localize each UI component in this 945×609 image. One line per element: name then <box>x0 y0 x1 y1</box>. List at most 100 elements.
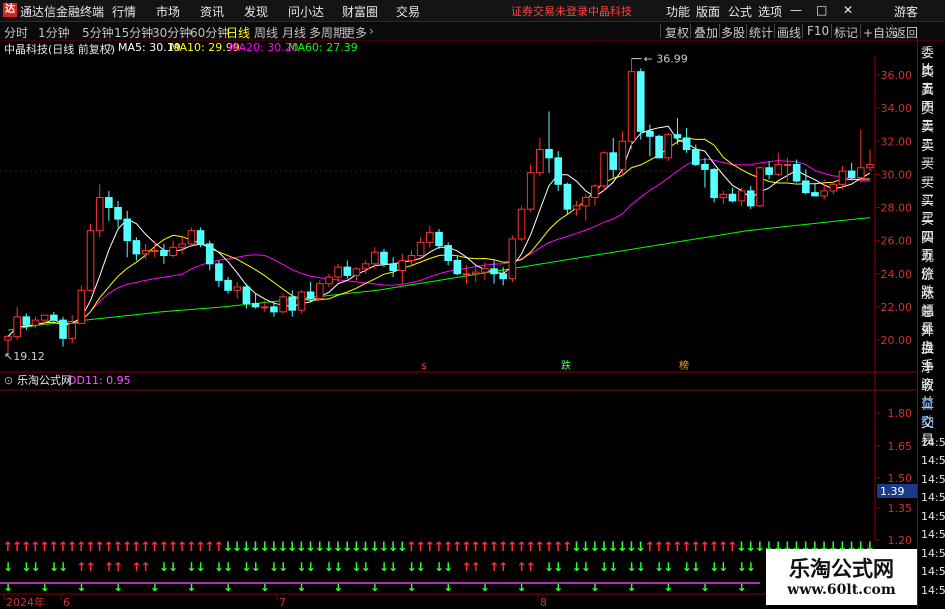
kline-chart[interactable]: 36.00 34.00 32.00 30.00 28.00 26.00 24.00 22.00… <box>0 0 917 609</box>
signal-arrow: ↑ <box>526 560 536 574</box>
candle-body-down <box>196 230 205 245</box>
indicator-value: DD11: 0.95 <box>68 374 131 387</box>
signal-arrow: ↓ <box>58 560 68 574</box>
candle-body-up <box>233 286 242 291</box>
candle-body-up <box>618 140 627 170</box>
candle-body-down <box>132 240 141 255</box>
candle-body-down <box>288 296 297 311</box>
candle-body-down <box>435 231 443 247</box>
candle-body-up <box>141 250 150 255</box>
candle-body-up <box>866 163 874 169</box>
candle-body-up <box>820 190 828 197</box>
price-tick-label: 32.00 <box>881 135 913 148</box>
candle-body-up <box>838 170 847 185</box>
price-tick-label: 34.00 <box>881 102 913 115</box>
candle-body-up <box>517 208 526 240</box>
date-label: 7 <box>279 596 286 609</box>
candle-body-down <box>746 190 755 207</box>
candle-body-down <box>224 279 232 291</box>
price-tick-label: 22.00 <box>881 301 913 314</box>
quote-side-panel: 委比 卖五 卖四 卖三 卖二 卖一 买一 买二 买三 买四 买五 现价 涨跌 涨幅 总量 外盘 换手 净资 收益 自动… <box>917 41 945 609</box>
signal-arrow: ↓ <box>361 560 371 574</box>
candle-body-down <box>847 170 856 179</box>
candle-body-down <box>545 149 553 159</box>
candle-body-up <box>68 322 76 339</box>
candle-body-down <box>802 180 810 194</box>
candle-body-up <box>297 291 306 311</box>
candle-body-up <box>426 231 434 243</box>
candle-body-down <box>444 245 452 261</box>
candle-body-up <box>169 246 177 257</box>
candle-body-up <box>471 271 480 275</box>
candle-body-up <box>325 276 333 285</box>
candle-body-down <box>728 193 737 202</box>
candle-body-down <box>554 157 563 185</box>
event-mark: s <box>421 361 426 372</box>
candle-body-down <box>490 268 498 275</box>
candle-body-down <box>646 130 654 137</box>
candle-body-down <box>636 71 645 132</box>
signal-arrow: ↑ <box>141 560 151 574</box>
price-tick-label: 20.00 <box>881 334 913 347</box>
signal-arrow: ↓ <box>168 560 178 574</box>
candle-body-up <box>407 255 416 261</box>
candle-body-up <box>783 163 792 166</box>
signal-arrow: ↑ <box>471 560 481 574</box>
candle-body-up <box>398 260 407 271</box>
candle-body-up <box>737 190 746 202</box>
signal-arrow: ↓ <box>691 560 701 574</box>
quote-field-label: 14:56 <box>921 509 945 523</box>
candle-body-up <box>600 152 608 187</box>
candle-body-up <box>279 296 287 313</box>
indicator-name: 乐淘公式网 <box>17 374 72 387</box>
candle-body-up <box>95 197 104 232</box>
candle-body-down <box>343 266 352 276</box>
candle-body-up <box>260 306 269 309</box>
candle-body-down <box>710 168 718 199</box>
signal-arrow: ↓ <box>30 560 40 574</box>
candle-body-up <box>462 273 471 276</box>
candle-body-down <box>673 134 682 139</box>
indicator-current-value: 1.39 <box>880 485 905 498</box>
candle-body-up <box>664 134 673 159</box>
signal-arrow: ↓ <box>223 560 233 574</box>
candle-body-up <box>150 250 159 253</box>
candle-body-up <box>774 163 783 175</box>
candle-body-up <box>526 172 535 210</box>
signal-arrow: ↑ <box>498 560 508 574</box>
candle-body-down <box>609 152 618 170</box>
candle-body-down <box>114 207 122 220</box>
candle-body-up <box>178 243 187 248</box>
candle-body-up <box>572 205 581 210</box>
date-label: 6 <box>63 596 70 609</box>
candle-body-up <box>581 197 590 207</box>
indicator-tick-label: 1.80 <box>888 407 913 420</box>
watermark-title: 乐淘公式网 <box>789 557 894 581</box>
candle-body-down <box>701 163 709 170</box>
candle-body-down <box>811 192 819 197</box>
indicator-tick-label: 1.65 <box>888 440 913 453</box>
signal-arrow: ↑ <box>86 560 96 574</box>
candle-body-down <box>389 263 397 271</box>
candle-body-up <box>536 149 544 174</box>
signal-arrow: ↓ <box>443 560 453 574</box>
indicator-tick-label: 1.50 <box>888 472 913 485</box>
date-label: 2024年 <box>6 595 45 609</box>
quote-field-label: 14:56 <box>921 565 945 578</box>
candle-body-up <box>627 71 636 142</box>
quote-field-label: 14:56 <box>921 491 945 504</box>
price-tick-label: 28.00 <box>881 202 913 215</box>
candle-body-down <box>205 243 214 265</box>
candle-body-up <box>361 263 370 270</box>
candle-body-down <box>792 163 801 182</box>
candle-body-down <box>270 306 278 313</box>
signal-arrow: ↓ <box>636 560 646 574</box>
quote-field-label: 14:56 <box>921 454 945 467</box>
quote-field-label: 14:56 <box>921 528 945 541</box>
signal-arrow: ↓ <box>333 560 343 574</box>
price-tick-label: 24.00 <box>881 268 913 281</box>
candle-body-up <box>334 266 342 278</box>
candle-body-up <box>508 238 517 280</box>
candle-body-up <box>416 241 425 257</box>
price-tick-label: 36.00 <box>881 69 913 82</box>
